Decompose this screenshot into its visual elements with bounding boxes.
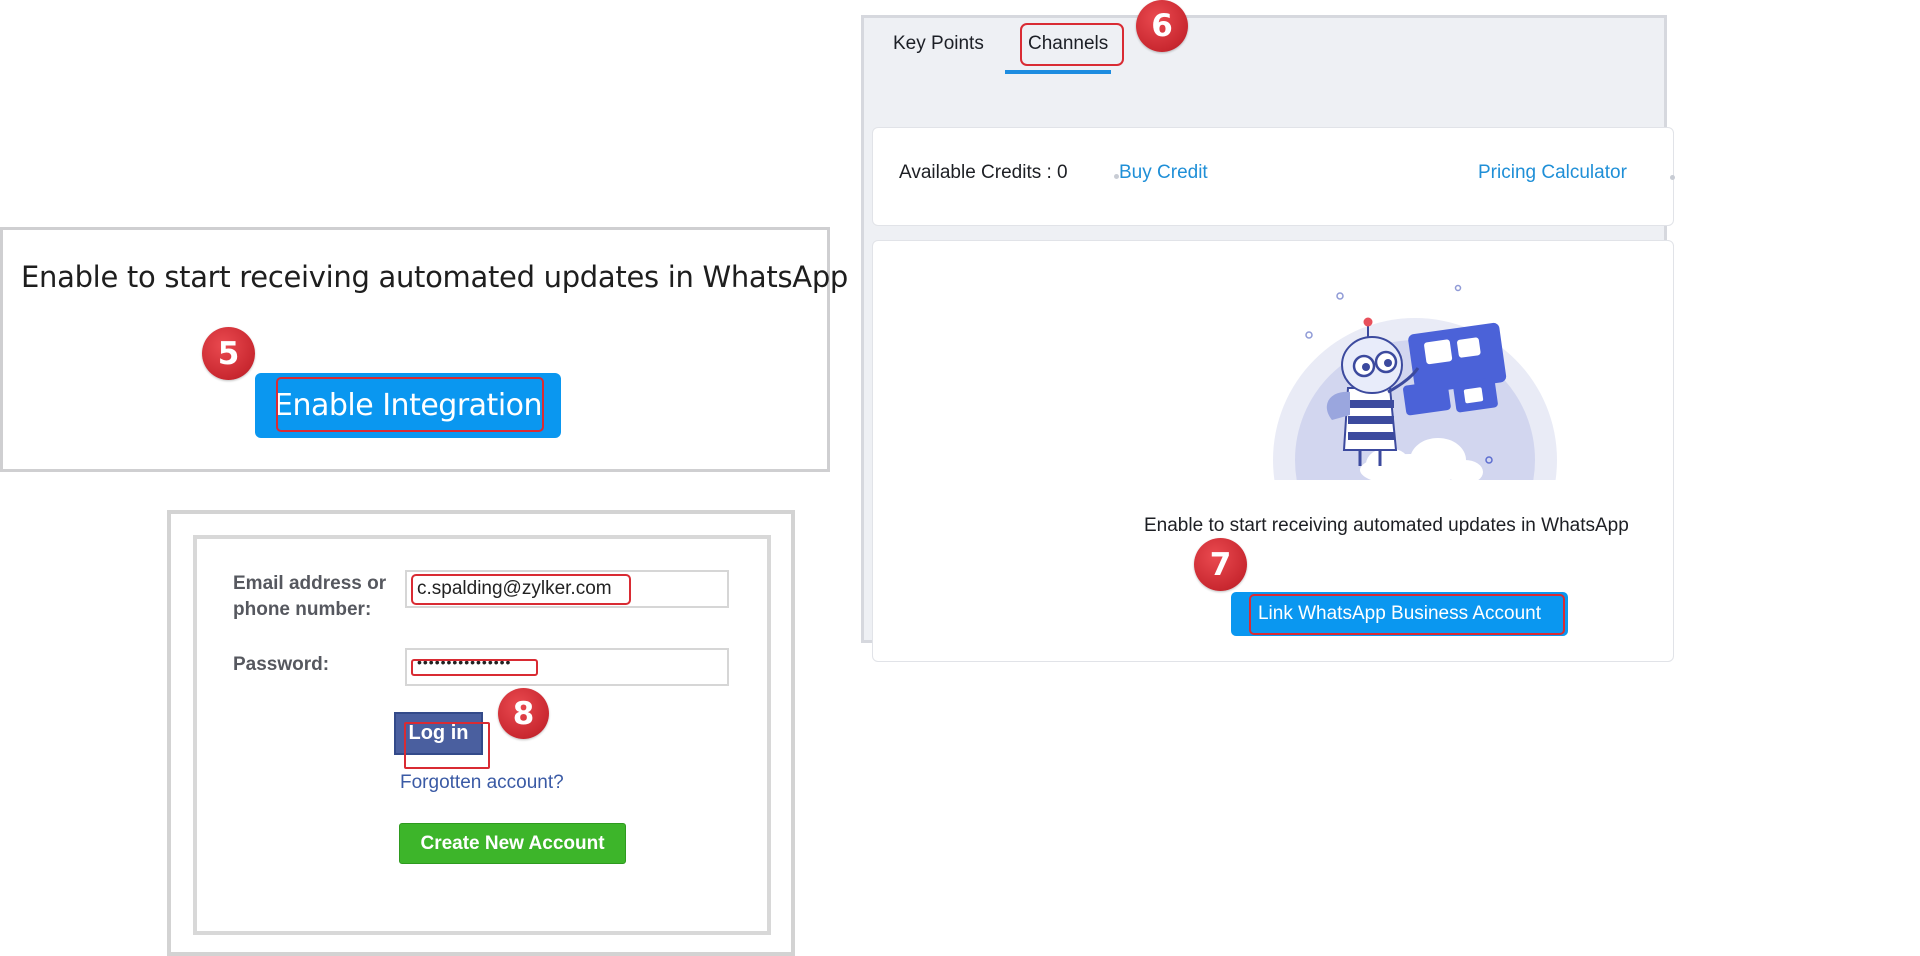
separator-dot — [1670, 175, 1675, 180]
email-label: Email address or phone number: — [233, 571, 386, 623]
step-7-badge: 7 — [1194, 538, 1247, 591]
link-button-highlight — [1249, 594, 1565, 635]
email-label-line1: Email address or — [233, 573, 387, 594]
password-label: Password: — [233, 654, 330, 675]
login-highlight — [404, 722, 490, 769]
pricing-calculator-link[interactable]: Pricing Calculator — [1478, 162, 1627, 184]
available-credits: Available Credits : 0 — [899, 162, 1068, 183]
whatsapp-message: Enable to start receiving automated upda… — [1144, 515, 1629, 536]
step-6-badge: 6 — [1136, 0, 1188, 52]
step-5-badge: 5 — [202, 327, 255, 380]
channels-tab-highlight — [1020, 23, 1124, 66]
enable-integration-panel: Enable to start receiving automated upda… — [0, 227, 848, 472]
forgotten-account-link[interactable]: Forgotten account? — [400, 772, 564, 794]
tab-key-points[interactable]: Key Points — [893, 33, 984, 55]
enable-button-highlight — [276, 377, 544, 432]
robot-illustration — [1273, 284, 1557, 486]
buy-credit-link[interactable]: Buy Credit — [1119, 162, 1208, 184]
enable-message: Enable to start receiving automated upda… — [21, 260, 849, 294]
create-new-account-button[interactable]: Create New Account — [399, 823, 626, 864]
step-8-badge: 8 — [498, 688, 549, 739]
email-label-line2: phone number: — [233, 599, 372, 620]
active-tab-indicator — [1005, 70, 1111, 74]
password-highlight — [411, 659, 538, 676]
email-highlight — [411, 574, 631, 605]
